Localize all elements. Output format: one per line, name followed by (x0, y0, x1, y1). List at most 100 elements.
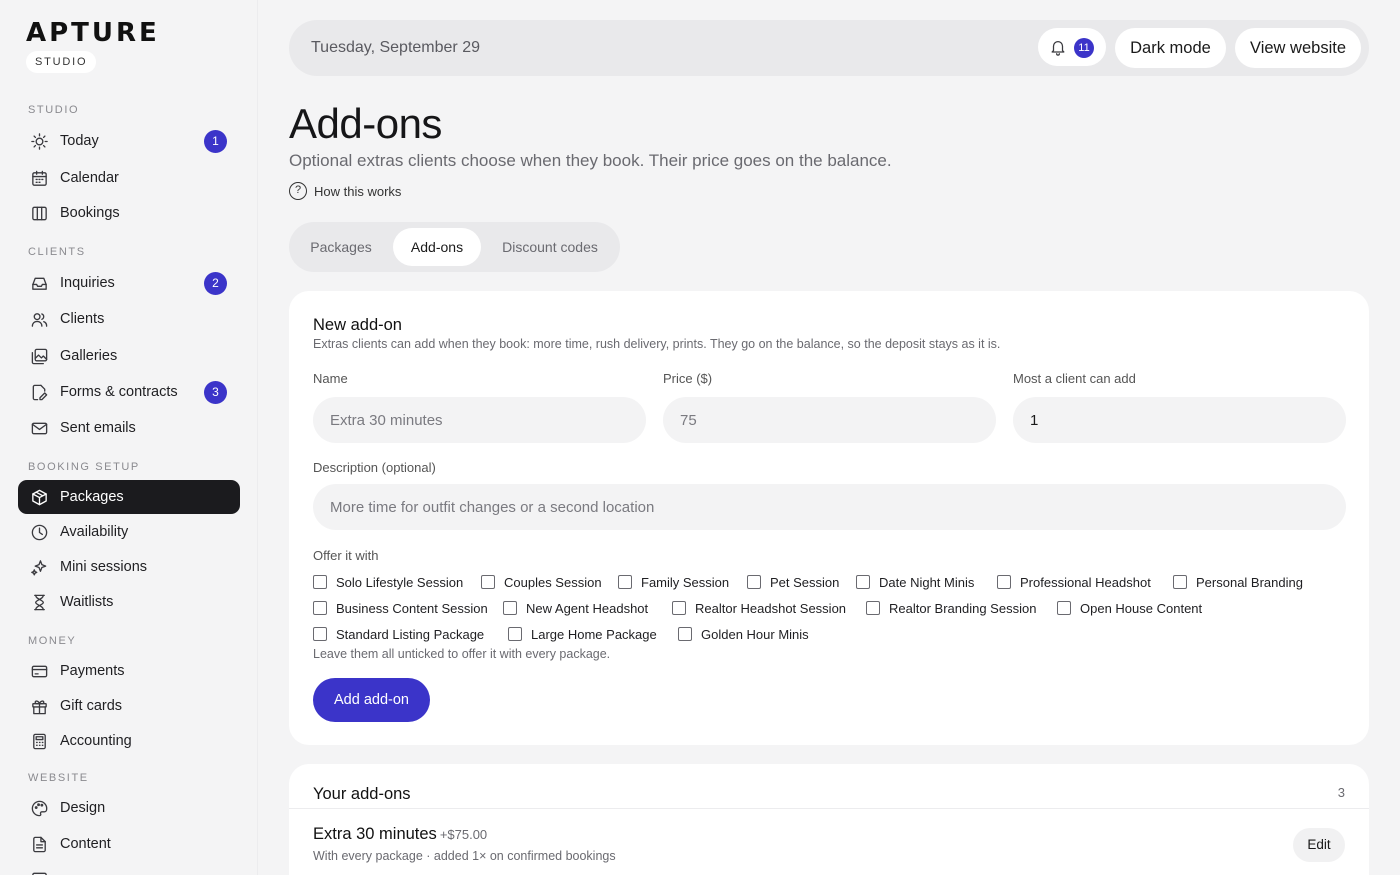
window-icon (32, 872, 47, 875)
package-checkbox[interactable]: Large Home Package (508, 625, 657, 643)
package-checkbox[interactable]: Professional Headshot (997, 573, 1151, 591)
how-this-works-link[interactable]: ? How this works (289, 181, 401, 201)
svg-text:APTURE: APTURE (26, 20, 160, 44)
sidebar-item-mini-sessions[interactable]: Mini sessions (18, 550, 240, 584)
package-checkbox[interactable]: Pet Session (747, 573, 839, 591)
section-label-booking-setup: BOOKING SETUP (28, 461, 140, 473)
gallery-icon (31, 348, 48, 365)
sidebar-item-label: Sent emails (60, 420, 136, 436)
edit-addon-button[interactable]: Edit (1293, 828, 1345, 862)
palette-icon (31, 800, 48, 817)
checkbox-label: Business Content Session (336, 600, 488, 616)
bell-icon (1051, 40, 1065, 56)
notification-count-badge: 11 (1074, 38, 1094, 58)
gift-icon (32, 700, 47, 715)
checkbox-box[interactable] (856, 575, 870, 589)
tab-add-ons[interactable]: Add-ons (393, 228, 481, 266)
tab-bar: Packages Add-ons Discount codes (289, 222, 620, 272)
users-icon (31, 313, 48, 327)
top-bar: Tuesday, September 29 11 Dark mode View … (289, 20, 1369, 76)
sidebar-item-waitlists[interactable]: Waitlists (18, 585, 240, 619)
sparkle-icon (31, 560, 47, 576)
checkbox-box[interactable] (997, 575, 1011, 589)
sidebar-item-clients[interactable]: Clients (18, 302, 240, 336)
checkbox-label: Golden Hour Minis (701, 626, 809, 642)
package-checkbox[interactable]: Golden Hour Minis (678, 625, 809, 643)
columns-icon (32, 206, 47, 221)
checkbox-box[interactable] (866, 601, 880, 615)
tab-discount-codes[interactable]: Discount codes (487, 228, 613, 266)
sidebar-item-design[interactable]: Design (18, 791, 240, 825)
sidebar-item-availability[interactable]: Availability (18, 515, 240, 549)
sidebar-item-label: Accounting (60, 733, 132, 749)
checkbox-box[interactable] (678, 627, 692, 641)
checkbox-box[interactable] (503, 601, 517, 615)
sidebar-item-forms-contracts[interactable]: Forms & contracts 3 (18, 375, 240, 409)
checkbox-label: Personal Branding (1196, 574, 1303, 590)
package-checkbox[interactable]: Couples Session (481, 573, 602, 591)
sidebar-item-more[interactable] (18, 862, 240, 875)
sidebar-item-accounting[interactable]: Accounting (18, 724, 240, 758)
mail-icon (31, 422, 48, 435)
view-website-button[interactable]: View website (1235, 28, 1361, 68)
package-checkbox[interactable]: Open House Content (1057, 599, 1202, 617)
sidebar-item-label: Payments (60, 663, 125, 679)
offer-hint: Leave them all unticked to offer it with… (313, 647, 611, 661)
checkbox-box[interactable] (313, 627, 327, 641)
price-input[interactable] (663, 397, 996, 443)
hourglass-icon (34, 594, 45, 611)
addons-count: 3 (1337, 785, 1345, 800)
package-checkbox[interactable]: Personal Branding (1173, 573, 1303, 591)
sidebar-item-label: Today (60, 133, 99, 149)
checkbox-label: Standard Listing Package (336, 626, 485, 642)
dark-mode-button[interactable]: Dark mode (1115, 28, 1226, 68)
max-quantity-input[interactable] (1013, 397, 1346, 443)
your-addons-title: Your add-ons (313, 785, 411, 803)
package-checkbox[interactable]: Realtor Headshot Session (672, 599, 846, 617)
package-checkbox[interactable]: New Agent Headshot (503, 599, 648, 617)
sidebar-item-today[interactable]: Today 1 (18, 124, 240, 158)
page-subtitle: Optional extras clients choose when they… (289, 151, 892, 170)
clock-icon (31, 524, 48, 541)
package-checkbox[interactable]: Solo Lifestyle Session (313, 573, 463, 591)
notifications-button[interactable]: 11 (1038, 28, 1106, 66)
checkbox-box[interactable] (313, 601, 327, 615)
price-label: Price ($) (663, 371, 713, 386)
package-checkbox[interactable]: Realtor Branding Session (866, 599, 1036, 617)
package-checkbox[interactable]: Family Session (618, 573, 729, 591)
checkbox-box[interactable] (747, 575, 761, 589)
help-icon: ? (289, 182, 307, 200)
checkbox-box[interactable] (481, 575, 495, 589)
checkbox-label: Couples Session (504, 574, 602, 590)
checkbox-box[interactable] (618, 575, 632, 589)
sidebar-item-calendar[interactable]: Calendar (18, 161, 240, 195)
checkbox-box[interactable] (1057, 601, 1071, 615)
package-checkbox[interactable]: Business Content Session (313, 599, 488, 617)
sidebar-item-label: Clients (60, 311, 105, 327)
sidebar-item-packages[interactable]: Packages (18, 480, 240, 514)
inbox-icon (32, 277, 47, 290)
sidebar-item-label: Content (60, 836, 111, 852)
name-input[interactable] (313, 397, 646, 443)
count-badge: 3 (204, 381, 227, 404)
sidebar-item-galleries[interactable]: Galleries (18, 339, 240, 373)
checkbox-box[interactable] (313, 575, 327, 589)
sidebar-item-inquiries[interactable]: Inquiries 2 (18, 266, 240, 300)
sidebar-item-bookings[interactable]: Bookings (18, 196, 240, 230)
checkbox-box[interactable] (672, 601, 686, 615)
current-date: Tuesday, September 29 (311, 39, 480, 56)
checkbox-box[interactable] (1173, 575, 1187, 589)
apture-logo[interactable]: APTURE (26, 20, 202, 44)
sidebar-item-content[interactable]: Content (18, 827, 240, 861)
description-input[interactable] (313, 484, 1346, 530)
add-addon-button[interactable]: Add add-on (313, 678, 430, 722)
document-edit-icon (32, 384, 48, 401)
section-label-website: WEBSITE (28, 772, 89, 784)
tab-packages[interactable]: Packages (295, 228, 387, 266)
sidebar-item-gift-cards[interactable]: Gift cards (18, 689, 240, 723)
sidebar-item-sent-emails[interactable]: Sent emails (18, 411, 240, 445)
sidebar-item-payments[interactable]: Payments (18, 654, 240, 688)
package-checkbox[interactable]: Standard Listing Package (313, 625, 484, 643)
checkbox-box[interactable] (508, 627, 522, 641)
package-checkbox[interactable]: Date Night Minis (856, 573, 974, 591)
